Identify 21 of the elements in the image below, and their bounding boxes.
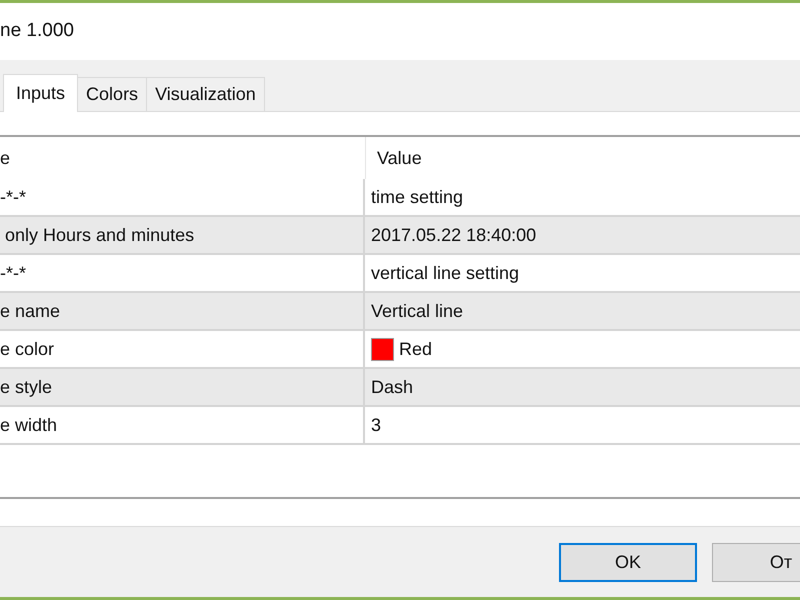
table-cell: -*-*	[0, 255, 365, 291]
table-cell: e color	[0, 331, 365, 367]
dialog-button[interactable]: OK	[559, 542, 697, 582]
table-cell: only Hours and minutes	[0, 217, 365, 253]
tab[interactable]: Colors	[78, 77, 148, 111]
table-cell: e style	[0, 369, 365, 405]
table-cell-text: vertical line setting	[370, 262, 520, 285]
table-cell-text: 3	[370, 414, 382, 436]
table-cell-text: Red	[399, 338, 432, 360]
tab[interactable]: Visualization	[147, 77, 265, 111]
table-cell-text: Dash	[370, 376, 414, 398]
table-cell-text: time setting	[370, 186, 464, 209]
table-cell-text: 2017.05.22 18:40:00	[370, 224, 538, 246]
table-cell: -*-*	[0, 179, 365, 215]
table-cell: e width	[0, 407, 365, 443]
column-header[interactable]: e	[0, 144, 365, 172]
window-title: ne 1.000	[0, 19, 74, 44]
tab[interactable]: Inputs	[3, 74, 78, 112]
table-cell: e name	[0, 293, 365, 329]
dialog-button[interactable]: От	[712, 542, 800, 582]
table-cell-text: Vertical line	[370, 300, 464, 322]
